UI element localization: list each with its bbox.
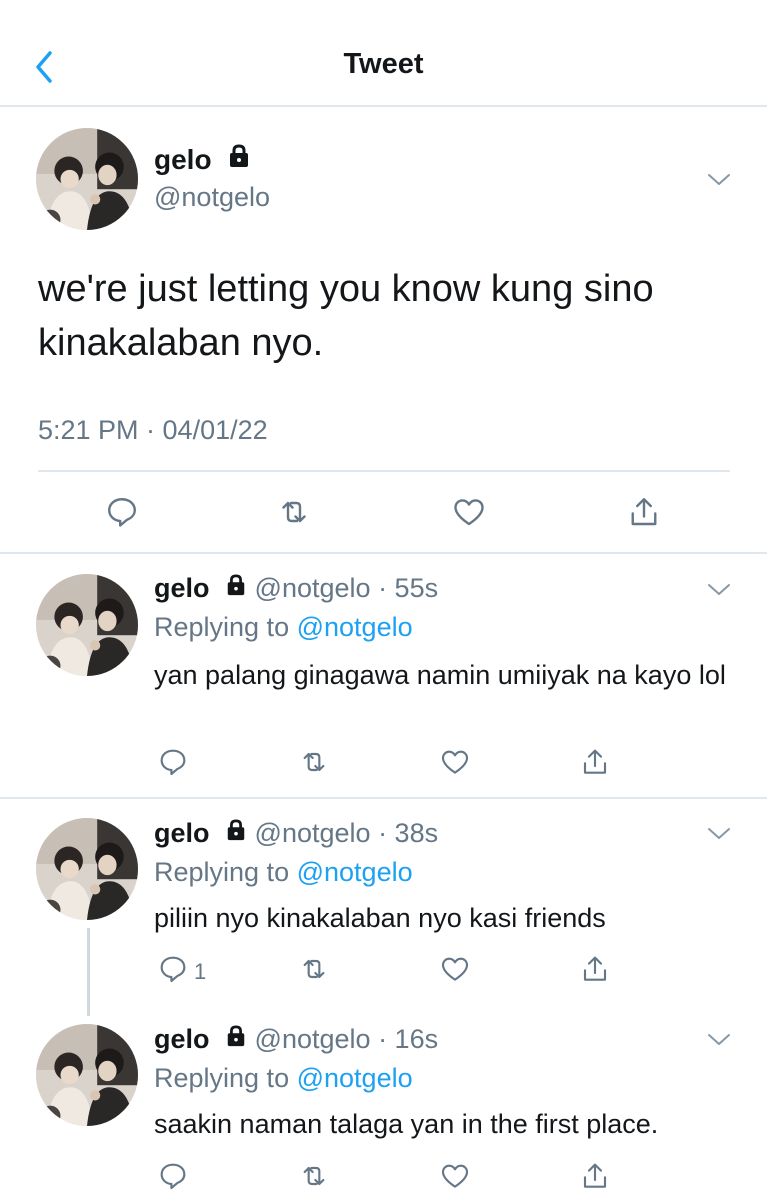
share-icon[interactable] xyxy=(579,953,611,985)
reply-count: 1 xyxy=(194,959,207,984)
share-icon[interactable] xyxy=(579,1160,611,1192)
tweet-text: we're just letting you know kung sino ki… xyxy=(38,268,654,364)
lock-icon xyxy=(225,573,247,597)
reply-text: piliin nyo kinakalaban nyo kasi friends xyxy=(154,903,606,933)
replying-to: Replying to @notgelo xyxy=(154,857,413,888)
retweet-icon[interactable] xyxy=(298,953,330,985)
reply-time: · 16s xyxy=(378,1024,439,1054)
replying-to: Replying to @notgelo xyxy=(154,1063,413,1094)
user-handle: @notgelo xyxy=(254,818,371,848)
mention-link[interactable]: @notgelo xyxy=(297,1063,413,1093)
share-icon[interactable] xyxy=(579,746,611,778)
avatar[interactable] xyxy=(36,574,138,676)
like-icon[interactable] xyxy=(451,494,487,530)
retweet-icon[interactable] xyxy=(276,494,312,530)
caret-down-icon[interactable] xyxy=(706,582,732,598)
reply-header[interactable]: gelo @notgelo · 38s xyxy=(154,818,438,849)
reply-icon[interactable] xyxy=(157,746,189,778)
lock-icon xyxy=(225,1024,247,1048)
display-name-text: gelo xyxy=(154,144,212,175)
caret-down-icon[interactable] xyxy=(706,172,732,188)
tweet-timestamp[interactable]: 5:21 PM · 04/01/22 xyxy=(38,415,268,446)
retweet-icon[interactable] xyxy=(298,746,330,778)
divider xyxy=(0,552,767,554)
display-name-text: gelo xyxy=(154,573,210,603)
user-handle[interactable]: @notgelo xyxy=(154,182,270,213)
mention-link[interactable]: @notgelo xyxy=(297,857,413,887)
avatar[interactable] xyxy=(36,1024,138,1126)
like-icon[interactable] xyxy=(439,1160,471,1192)
replying-to-label: Replying to xyxy=(154,1063,290,1093)
user-handle: @notgelo xyxy=(254,1024,371,1054)
mention-link[interactable]: @notgelo xyxy=(297,612,413,642)
share-icon[interactable] xyxy=(626,494,662,530)
display-name-text: gelo xyxy=(154,818,210,848)
lock-icon xyxy=(225,818,247,842)
avatar[interactable] xyxy=(36,128,138,230)
replying-to: Replying to @notgelo xyxy=(154,612,413,643)
reply-text: saakin naman talaga yan in the first pla… xyxy=(154,1109,659,1139)
page-title: Tweet xyxy=(343,48,424,80)
caret-down-icon[interactable] xyxy=(706,1032,732,1048)
avatar[interactable] xyxy=(36,818,138,920)
display-name-text: gelo xyxy=(154,1024,210,1054)
top-nav-bar: Tweet xyxy=(0,0,767,107)
reply-icon[interactable] xyxy=(104,494,140,530)
reply-time: · 38s xyxy=(378,818,439,848)
like-icon[interactable] xyxy=(439,746,471,778)
user-handle: @notgelo xyxy=(254,573,371,603)
divider xyxy=(38,470,730,472)
divider xyxy=(0,797,767,799)
display-name[interactable]: gelo xyxy=(154,143,251,176)
retweet-icon[interactable] xyxy=(298,1160,330,1192)
like-icon[interactable] xyxy=(439,953,471,985)
thread-connector xyxy=(87,928,90,1016)
caret-down-icon[interactable] xyxy=(706,826,732,842)
replying-to-label: Replying to xyxy=(154,612,290,642)
reply-header[interactable]: gelo @notgelo · 16s xyxy=(154,1024,438,1055)
reply-text: yan palang ginagawa namin umiiyak na kay… xyxy=(154,660,726,690)
reply-icon[interactable] xyxy=(157,953,189,985)
reply-icon[interactable] xyxy=(157,1160,189,1192)
reply-time: · 55s xyxy=(378,573,439,603)
lock-icon xyxy=(227,143,251,169)
reply-header[interactable]: gelo @notgelo · 55s xyxy=(154,573,438,604)
replying-to-label: Replying to xyxy=(154,857,290,887)
